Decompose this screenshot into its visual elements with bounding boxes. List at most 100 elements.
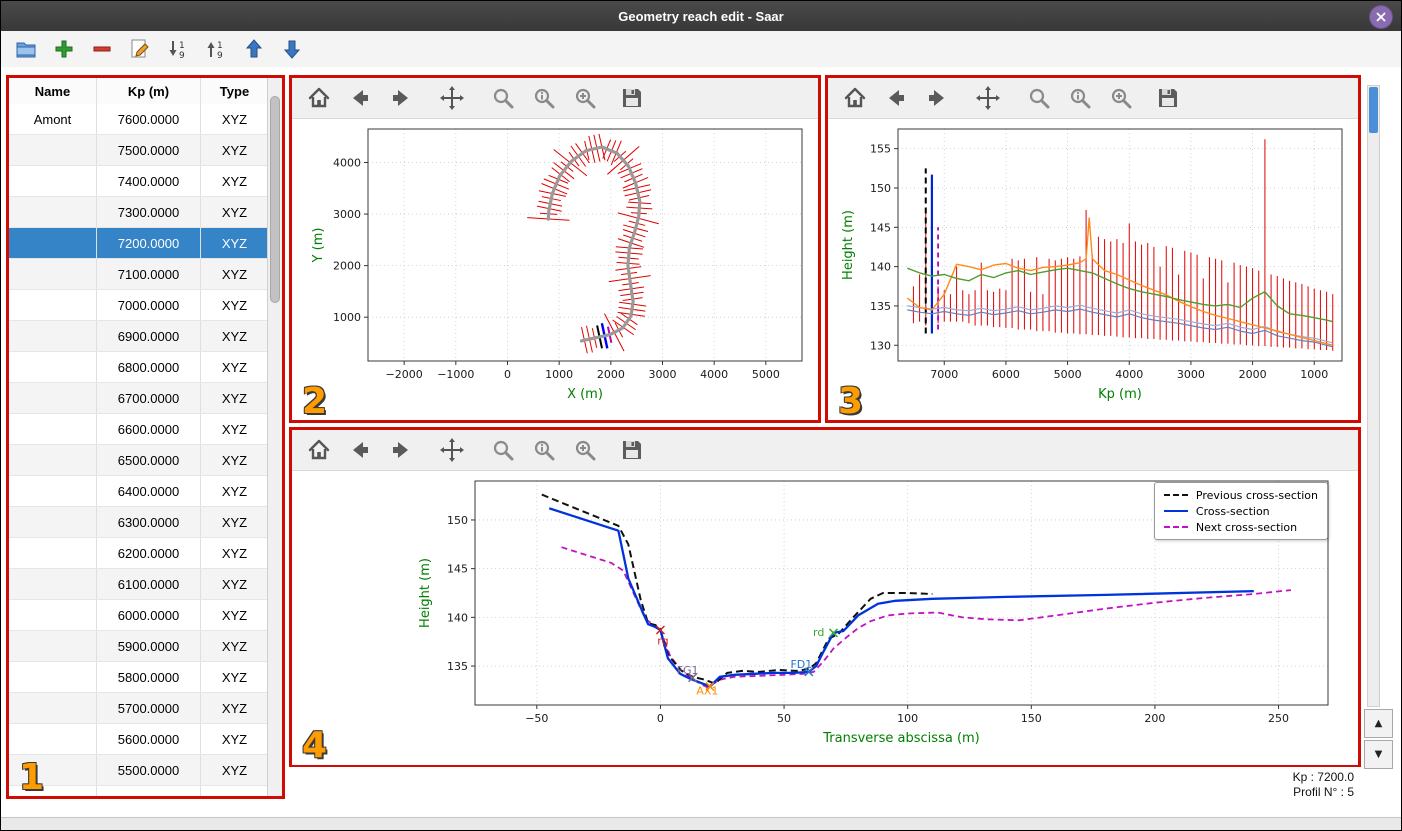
sort-ascending-button[interactable]: 19	[165, 36, 191, 62]
svg-text:1: 1	[179, 41, 185, 51]
table-cell	[9, 476, 97, 506]
table-cell: XYZ	[221, 111, 248, 127]
svg-text:9: 9	[179, 51, 185, 61]
zoom-icon[interactable]	[490, 437, 516, 463]
edit-axis-icon[interactable]	[1108, 85, 1134, 111]
configure-icon[interactable]	[531, 437, 557, 463]
svg-text:Height (m): Height (m)	[841, 210, 856, 280]
forward-icon[interactable]	[388, 85, 414, 111]
zoom-icon[interactable]	[1026, 85, 1052, 111]
table-cell: 7600.0000	[97, 104, 201, 134]
edit-axis-icon[interactable]	[572, 85, 598, 111]
svg-text:100: 100	[897, 712, 918, 725]
close-button[interactable]	[1369, 5, 1393, 29]
svg-text:4000: 4000	[333, 157, 361, 170]
table-header: Name Kp (m) Type	[9, 78, 268, 105]
table-cell: XYZ	[221, 142, 248, 158]
back-icon[interactable]	[347, 85, 373, 111]
back-icon[interactable]	[883, 85, 909, 111]
edit-axis-icon[interactable]	[572, 437, 598, 463]
table-row[interactable]: 5400.0000XYZ	[9, 786, 268, 796]
table-scrollbar[interactable]	[267, 78, 282, 796]
configure-icon[interactable]	[531, 85, 557, 111]
table-row[interactable]: 5900.0000 XYZ	[9, 631, 268, 662]
panel-number-1: 1	[19, 757, 45, 798]
table-row[interactable]: Amont 7600.0000 XYZ	[9, 104, 268, 135]
svg-text:145: 145	[870, 221, 891, 234]
titlebar[interactable]: Geometry reach edit - Saar	[1, 1, 1401, 32]
table-row[interactable]: 6200.0000 XYZ	[9, 538, 268, 569]
reach-table-body: Amont 7600.0000 XYZ 7500.0000 XYZ 7400.0000 XY…	[9, 104, 268, 796]
table-row[interactable]: 6600.0000 XYZ	[9, 414, 268, 445]
table-cell: 6200.0000	[97, 538, 201, 568]
move-down-button[interactable]	[279, 36, 305, 62]
save-icon[interactable]	[619, 85, 645, 111]
profil-number: Profil N° : 5	[1293, 785, 1354, 799]
edit-button[interactable]	[127, 36, 153, 62]
plan-view-plot[interactable]: −2000 −1000 0 1000 2000 3000 4000 5000 1000 2000 3…	[292, 119, 818, 419]
column-header-type[interactable]: Type	[201, 78, 268, 104]
column-header-name[interactable]: Name	[9, 78, 97, 104]
remove-button[interactable]	[89, 36, 115, 62]
table-cell: 7200.0000	[97, 228, 201, 258]
table-row[interactable]: 5600.0000 XYZ	[9, 724, 268, 755]
table-scrollbar-thumb[interactable]	[270, 96, 280, 303]
table-cell: XYZ	[221, 266, 248, 282]
table-row[interactable]: 7400.0000 XYZ	[9, 166, 268, 197]
svg-text:2000: 2000	[1239, 368, 1267, 381]
save-icon[interactable]	[619, 437, 645, 463]
table-row[interactable]: 7500.0000 XYZ	[9, 135, 268, 166]
next-profile-button[interactable]: ▼	[1364, 740, 1393, 769]
previous-profile-button[interactable]: ▲	[1364, 709, 1393, 738]
pan-icon[interactable]	[975, 85, 1001, 111]
close-icon	[1376, 12, 1386, 22]
svg-text:Height (m): Height (m)	[418, 558, 433, 628]
pan-icon[interactable]	[439, 437, 465, 463]
table-row[interactable]: 6300.0000 XYZ	[9, 507, 268, 538]
window-scrollbar-thumb[interactable]	[1369, 87, 1378, 133]
table-row[interactable]: 5700.0000 XYZ	[9, 693, 268, 724]
add-button[interactable]	[51, 36, 77, 62]
pan-icon[interactable]	[439, 85, 465, 111]
svg-text:1000: 1000	[1300, 368, 1328, 381]
forward-icon[interactable]	[924, 85, 950, 111]
table-row[interactable]: 5500.0000 XYZ	[9, 755, 268, 786]
table-row[interactable]: 7200.0000 XYZ	[9, 228, 268, 259]
column-header-kp[interactable]: Kp (m)	[97, 78, 201, 104]
zoom-icon[interactable]	[490, 85, 516, 111]
table-row[interactable]: 5800.0000 XYZ	[9, 662, 268, 693]
table-cell: 6700.0000	[97, 383, 201, 413]
table-row[interactable]: 6100.0000 XYZ	[9, 569, 268, 600]
table-row[interactable]: 6500.0000 XYZ	[9, 445, 268, 476]
table-row[interactable]: 7100.0000 XYZ	[9, 259, 268, 290]
svg-text:50: 50	[777, 712, 791, 725]
home-icon[interactable]	[306, 85, 332, 111]
long-profile-plot[interactable]: 7000 6000 5000 4000 3000 2000 1000 130 135 140 145…	[828, 119, 1358, 419]
configure-icon[interactable]	[1067, 85, 1093, 111]
move-up-button[interactable]	[241, 36, 267, 62]
svg-text:130: 130	[870, 339, 891, 352]
table-row[interactable]: 7000.0000 XYZ	[9, 290, 268, 321]
table-row[interactable]: 6800.0000 XYZ	[9, 352, 268, 383]
table-row[interactable]: 6400.0000 XYZ	[9, 476, 268, 507]
table-cell	[9, 507, 97, 537]
table-row[interactable]: 6900.0000 XYZ	[9, 321, 268, 352]
svg-text:Kp (m): Kp (m)	[1098, 387, 1142, 402]
table-row[interactable]: 7300.0000 XYZ	[9, 197, 268, 228]
table-cell	[9, 135, 97, 165]
legend-label-next: Next cross-section	[1195, 520, 1298, 534]
legend: Previous cross-section Cross-section Nex…	[1153, 482, 1328, 540]
window-scrollbar[interactable]	[1367, 85, 1380, 707]
sort-descending-button[interactable]: 19	[203, 36, 229, 62]
home-icon[interactable]	[306, 437, 332, 463]
svg-text:1: 1	[217, 41, 223, 51]
home-icon[interactable]	[842, 85, 868, 111]
table-cell: XYZ	[221, 514, 248, 530]
table-cell: 6300.0000	[97, 507, 201, 537]
open-button[interactable]	[13, 36, 39, 62]
forward-icon[interactable]	[388, 437, 414, 463]
save-icon[interactable]	[1155, 85, 1181, 111]
table-row[interactable]: 6000.0000 XYZ	[9, 600, 268, 631]
back-icon[interactable]	[347, 437, 373, 463]
table-row[interactable]: 6700.0000 XYZ	[9, 383, 268, 414]
